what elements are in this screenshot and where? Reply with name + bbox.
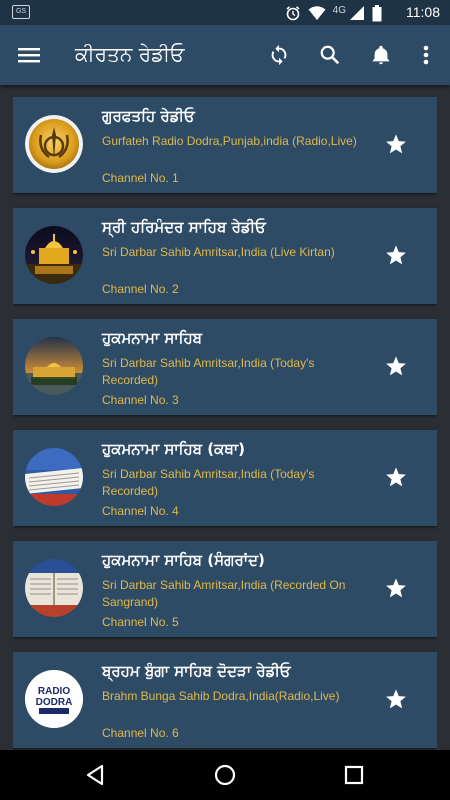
- channel-number: Channel No. 6: [102, 726, 179, 740]
- signal-icon: [350, 6, 364, 20]
- network-type: 4G: [332, 4, 346, 16]
- alarm-icon: [286, 6, 300, 21]
- status-icons: 4G: [285, 3, 382, 23]
- channel-name: ਹੁਕਮਨਾਮਾ ਸਾਹਿਬ (ਸੰਗਰਾਂਦ): [102, 551, 265, 569]
- channel-description: Sri Darbar Sahib Amritsar,India (Today's…: [102, 467, 315, 498]
- favorite-star-icon[interactable]: [385, 577, 407, 599]
- bell-icon: [372, 45, 390, 65]
- channel-card[interactable]: RADIO DODRA ਬ੍ਰਹਮ ਬੁੰਗਾ ਸਾਹਿਬ ਦੋਦੜਾ ਰੇਡੀ…: [13, 652, 437, 748]
- battery-icon: [372, 4, 382, 21]
- channel-card[interactable]: ਹੁਕਮਨਾਮਾ ਸਾਹਿਬ (ਕਥਾ) Sri Darbar Sahib Am…: [13, 430, 437, 526]
- channel-description: Sri Darbar Sahib Amritsar,India (Live Ki…: [102, 245, 335, 259]
- notifications-button[interactable]: [368, 42, 394, 68]
- khanda-logo-thumbnail: [25, 115, 83, 173]
- status-bar: GS 4G 11:08: [0, 0, 450, 25]
- channel-card[interactable]: ਹੁਕਮਨਾਮਾ ਸਾਹਿਬ (ਸੰਗਰਾਂਦ) Sri Darbar Sahi…: [13, 541, 437, 637]
- svg-text:DODRA: DODRA: [36, 697, 73, 708]
- radio-dodra-logo-thumbnail: RADIO DODRA: [25, 670, 83, 728]
- favorite-star-icon[interactable]: [385, 355, 407, 377]
- home-icon[interactable]: [213, 763, 237, 787]
- golden-temple-day-thumbnail: [25, 337, 83, 395]
- recents-icon[interactable]: [342, 763, 366, 787]
- more-vert-icon: [423, 45, 429, 65]
- channel-card[interactable]: ਸ੍ਰੀ ਹਰਿਮੰਦਰ ਸਾਹਿਬ ਰੇਡੀਓ Sri Darbar Sahi…: [13, 208, 437, 304]
- channel-name: ਗੁਰਫਤਹਿ ਰੇਡੀਓ: [102, 107, 195, 125]
- channel-name: ਹੁਕਮਨਾਮਾ ਸਾਹਿਬ (ਕਥਾ): [102, 440, 246, 458]
- channel-description: Brahm Bunga Sahib Dodra,India(Radio,Live…: [102, 689, 340, 703]
- scripture-book-thumbnail: [25, 448, 83, 506]
- favorite-star-icon[interactable]: [385, 688, 407, 710]
- channel-number: Channel No. 4: [102, 504, 179, 518]
- search-icon: [320, 45, 340, 65]
- channel-description: Gurfateh Radio Dodra,Punjab,india (Radio…: [102, 134, 357, 148]
- clock: 11:08: [406, 4, 440, 20]
- channel-name: ਸ੍ਰੀ ਹਰਿਮੰਦਰ ਸਾਹਿਬ ਰੇਡੀਓ: [102, 218, 266, 236]
- refresh-icon: [271, 44, 287, 66]
- search-button[interactable]: [317, 42, 343, 68]
- system-navigation-bar: [0, 750, 450, 800]
- refresh-button[interactable]: [266, 42, 292, 68]
- favorite-star-icon[interactable]: [385, 133, 407, 155]
- channel-number: Channel No. 2: [102, 282, 179, 296]
- channel-card[interactable]: ਗੁਰਫਤਹਿ ਰੇਡੀਓ Gurfateh Radio Dodra,Punja…: [13, 97, 437, 193]
- wifi-icon: [308, 6, 326, 20]
- favorite-star-icon[interactable]: [385, 466, 407, 488]
- page-title: ਕੀਰਤਨ ਰੇਡੀਓ: [75, 42, 185, 66]
- channel-description: Sri Darbar Sahib Amritsar,India (Today's…: [102, 356, 315, 387]
- app-bar: ਕੀਰਤਨ ਰੇਡੀਓ: [0, 25, 450, 85]
- channel-description: Sri Darbar Sahib Amritsar,India (Recorde…: [102, 578, 346, 609]
- notification-icon: GS: [12, 5, 30, 19]
- favorite-star-icon[interactable]: [385, 244, 407, 266]
- overflow-menu-button[interactable]: [413, 42, 439, 68]
- channel-list: ਗੁਰਫਤਹਿ ਰੇਡੀਓ Gurfateh Radio Dodra,Punja…: [13, 97, 437, 750]
- scripture-book-thumbnail: [25, 559, 83, 617]
- back-icon[interactable]: [84, 763, 108, 787]
- menu-icon[interactable]: [18, 44, 40, 66]
- channel-name: ਬ੍ਰਹਮ ਬੁੰਗਾ ਸਾਹਿਬ ਦੋਦੜਾ ਰੇਡੀਓ: [102, 662, 291, 680]
- channel-card[interactable]: ਹੁਕਮਨਾਮਾ ਸਾਹਿਬ Sri Darbar Sahib Amritsar…: [13, 319, 437, 415]
- channel-number: Channel No. 1: [102, 171, 179, 185]
- channel-number: Channel No. 3: [102, 393, 179, 407]
- svg-text:RADIO: RADIO: [38, 686, 70, 697]
- golden-temple-night-thumbnail: [25, 226, 83, 284]
- channel-number: Channel No. 5: [102, 615, 179, 629]
- channel-name: ਹੁਕਮਨਾਮਾ ਸਾਹਿਬ: [102, 329, 203, 347]
